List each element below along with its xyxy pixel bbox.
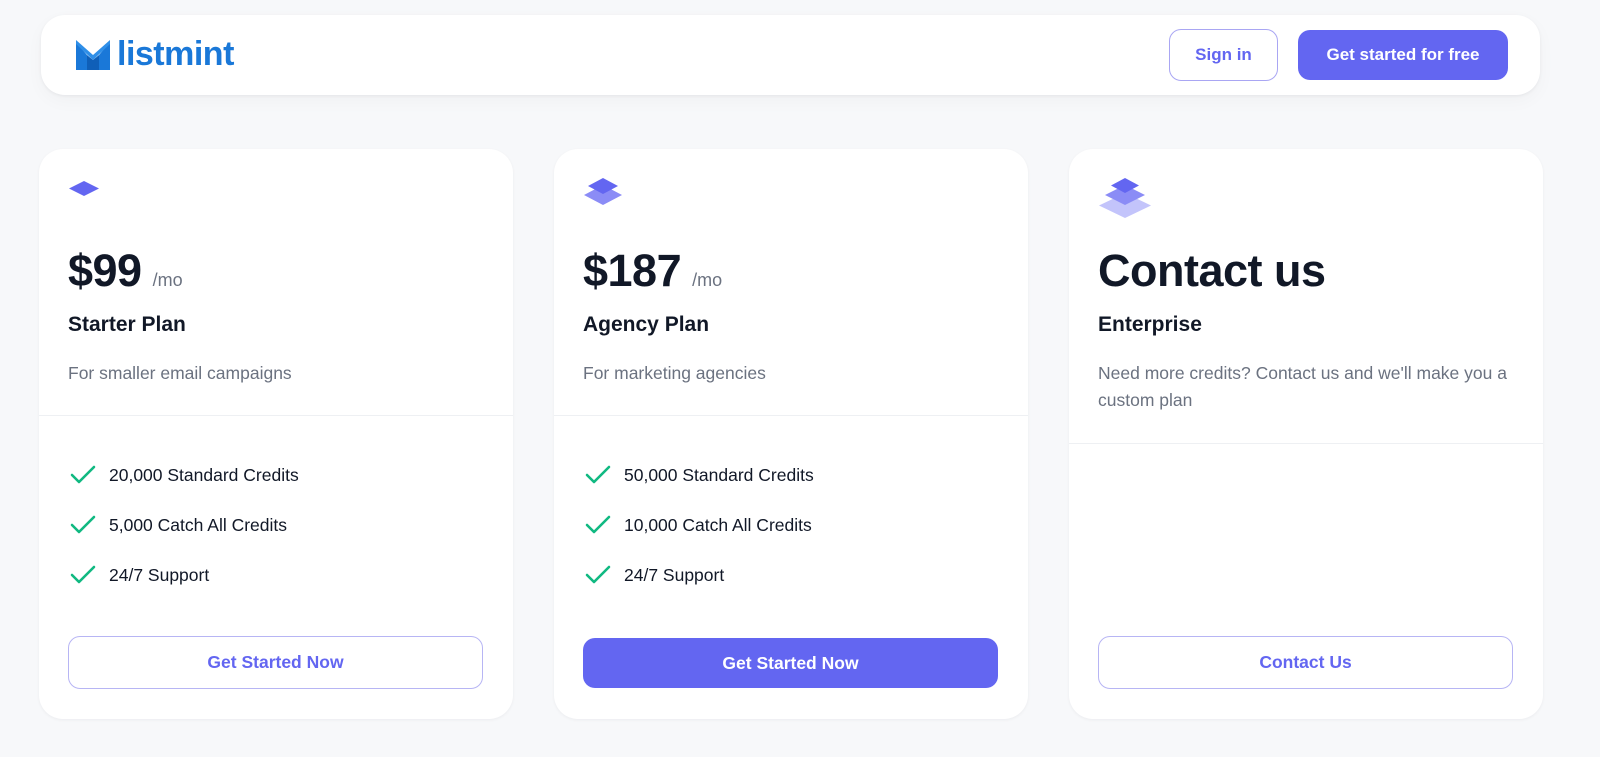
plan-price: $99 xyxy=(68,245,142,296)
sign-in-button[interactable]: Sign in xyxy=(1169,29,1278,81)
check-icon xyxy=(585,515,611,534)
feature-item: 50,000 Standard Credits xyxy=(585,450,814,500)
plan-description: Need more credits? Contact us and we'll … xyxy=(1098,363,1507,410)
card-divider xyxy=(1069,443,1543,444)
pricing-card-agency: $187 /mo Agency Plan For marketing agenc… xyxy=(554,149,1028,719)
feature-list: 50,000 Standard Credits 10,000 Catch All… xyxy=(585,450,814,600)
feature-item: 10,000 Catch All Credits xyxy=(585,500,814,550)
single-layer-icon xyxy=(69,181,99,196)
plan-name: Starter Plan xyxy=(68,313,186,336)
feature-text: 5,000 Catch All Credits xyxy=(109,514,288,535)
card-divider xyxy=(554,415,1028,416)
price-period: /mo xyxy=(692,270,723,290)
feature-item: 24/7 Support xyxy=(585,550,814,600)
check-icon xyxy=(70,515,96,534)
get-started-free-button[interactable]: Get started for free xyxy=(1298,30,1508,80)
price-row: $187 /mo xyxy=(583,245,722,297)
feature-item: 5,000 Catch All Credits xyxy=(70,500,299,550)
feature-text: 24/7 Support xyxy=(109,564,210,585)
plan-name: Agency Plan xyxy=(583,313,710,336)
feature-item: 20,000 Standard Credits xyxy=(70,450,299,500)
plan-name: Enterprise xyxy=(1098,313,1202,336)
feature-text: 20,000 Standard Credits xyxy=(109,464,299,485)
pricing-card-starter: $99 /mo Starter Plan For smaller email c… xyxy=(39,149,513,719)
contact-title: Contact us xyxy=(1098,245,1326,296)
feature-text: 50,000 Standard Credits xyxy=(624,464,814,485)
plan-description: For smaller email campaigns xyxy=(68,363,292,383)
feature-text: 10,000 Catch All Credits xyxy=(624,514,812,535)
top-navbar: listmint Sign in Get started for free xyxy=(41,15,1540,95)
plan-description: For marketing agencies xyxy=(583,363,766,383)
feature-item: 24/7 Support xyxy=(70,550,299,600)
get-started-now-button[interactable]: Get Started Now xyxy=(583,638,998,688)
price-row: $99 /mo xyxy=(68,245,183,297)
check-icon xyxy=(70,565,96,584)
price-period: /mo xyxy=(152,270,183,290)
pricing-card-enterprise: Contact us Enterprise Need more credits?… xyxy=(1069,149,1543,719)
contact-us-button[interactable]: Contact Us xyxy=(1098,636,1513,689)
brand-name: listmint xyxy=(117,35,234,73)
feature-list: 20,000 Standard Credits 5,000 Catch All … xyxy=(70,450,299,600)
get-started-now-button[interactable]: Get Started Now xyxy=(68,636,483,689)
double-layer-icon xyxy=(584,178,622,205)
brand-logo[interactable]: listmint xyxy=(76,35,234,73)
triple-layer-icon xyxy=(1099,178,1151,218)
envelope-logo-icon xyxy=(76,40,110,70)
card-divider xyxy=(39,415,513,416)
feature-text: 24/7 Support xyxy=(624,564,725,585)
check-icon xyxy=(70,465,96,484)
plan-price: $187 xyxy=(583,245,682,296)
check-icon xyxy=(585,465,611,484)
check-icon xyxy=(585,565,611,584)
